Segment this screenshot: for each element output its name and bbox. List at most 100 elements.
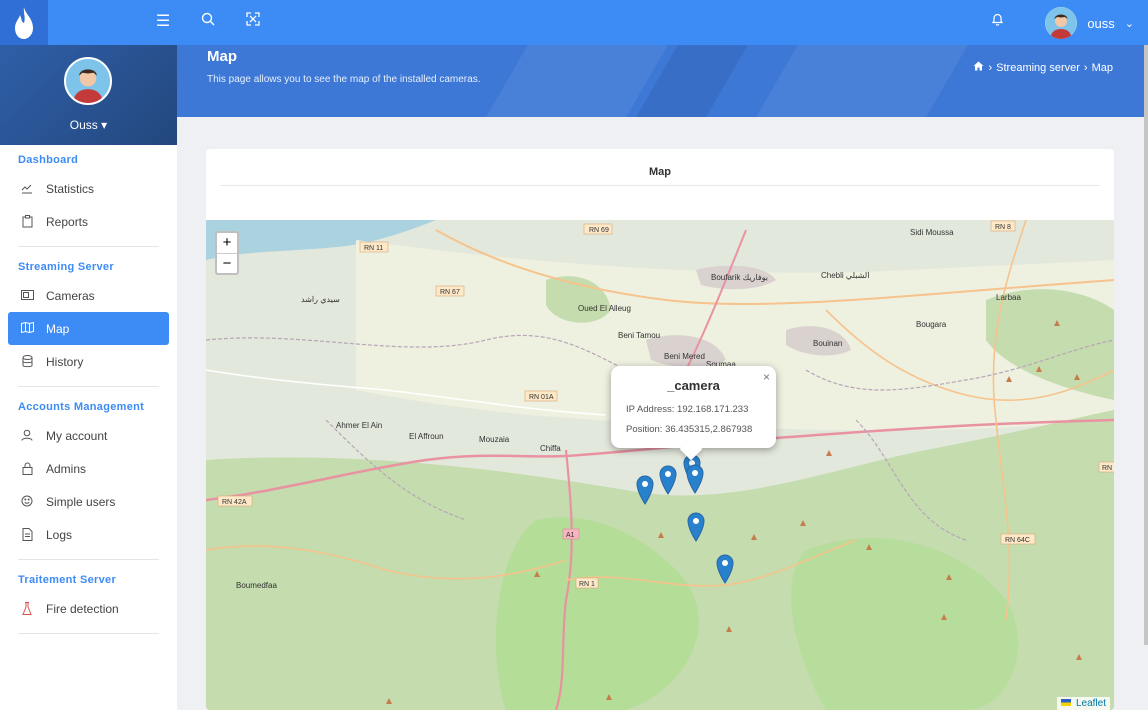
- camera-popup: × _camera IP Address: 192.168.171.233 Po…: [611, 366, 776, 448]
- divider: [18, 246, 159, 247]
- sidebar-item-label: Fire detection: [46, 601, 119, 616]
- road-label: RN 42A: [222, 499, 247, 506]
- section-traitement-server: Traitement Server: [18, 574, 117, 586]
- popup-ip-address: IP Address: 192.168.171.233: [626, 404, 749, 415]
- flag-icon: [1061, 699, 1072, 706]
- breadcrumb-streaming-server[interactable]: Streaming server: [996, 62, 1080, 74]
- sidebar-item-label: Statistics: [46, 181, 95, 196]
- road-label: RN 11: [364, 245, 383, 252]
- section-dashboard: Dashboard: [18, 154, 79, 166]
- zoom-in-button[interactable]: +: [217, 233, 237, 253]
- road-label: RN 1: [579, 581, 595, 588]
- avatar: [1045, 7, 1078, 39]
- section-accounts-management: Accounts Management: [18, 401, 145, 413]
- clipboard-icon: [20, 214, 34, 229]
- header-decoration: [756, 45, 968, 117]
- place-label: Beni Mered: [664, 352, 705, 361]
- road-label: RN 01A: [529, 394, 554, 401]
- card-title: Map: [649, 166, 671, 178]
- sidebar-item-simple-users[interactable]: Simple users: [0, 485, 177, 518]
- lock-icon: [20, 462, 34, 476]
- avatar: [64, 57, 112, 105]
- divider: [18, 559, 159, 560]
- place-label: سيدي راشد: [301, 295, 340, 304]
- camera-marker[interactable]: [686, 464, 704, 494]
- road-label: RN 8: [995, 224, 1011, 231]
- user-menu[interactable]: ouss ⌄: [1045, 6, 1134, 40]
- camera-marker[interactable]: [636, 475, 654, 505]
- sidebar: Ouss ▾ Dashboard Statistics Reports Stre…: [0, 45, 177, 710]
- top-navbar: ☰ ouss ⌄: [0, 0, 1148, 45]
- divider: [18, 386, 159, 387]
- sidebar-item-label: Simple users: [46, 494, 116, 509]
- camera-marker[interactable]: [716, 554, 734, 584]
- flame-logo-icon[interactable]: [0, 0, 48, 45]
- sidebar-user-dropdown[interactable]: Ouss ▾: [0, 118, 177, 132]
- page-scrollbar[interactable]: [1144, 45, 1148, 645]
- sidebar-item-my-account[interactable]: My account: [0, 419, 177, 452]
- place-label: Mouzaia: [479, 435, 510, 444]
- road-label: RN: [1102, 465, 1112, 472]
- file-icon: [20, 527, 34, 542]
- sidebar-item-history[interactable]: History: [0, 345, 177, 378]
- place-label: Chebli الشبلي: [821, 271, 869, 280]
- home-icon[interactable]: [973, 61, 984, 74]
- place-label: El Affroun: [409, 432, 444, 441]
- breadcrumb-separator: ›: [988, 61, 993, 74]
- username-label: ouss: [1087, 15, 1115, 31]
- bell-icon[interactable]: [986, 11, 1008, 33]
- camera-marker[interactable]: [687, 512, 705, 542]
- map-icon: [20, 321, 34, 336]
- search-icon[interactable]: [197, 11, 219, 33]
- sidebar-item-statistics[interactable]: Statistics: [0, 172, 177, 205]
- divider: [220, 185, 1100, 186]
- road-label: RN 67: [440, 289, 460, 296]
- zoom-control: + −: [215, 231, 239, 275]
- breadcrumb: › Streaming server › Map: [973, 61, 1113, 74]
- page-subtitle: This page allows you to see the map of t…: [207, 74, 481, 85]
- road-label: A1: [566, 532, 575, 539]
- sidebar-username: Ouss: [69, 118, 98, 132]
- sidebar-item-fire-detection[interactable]: Fire detection: [0, 592, 177, 625]
- leaflet-attribution[interactable]: Leaflet: [1057, 697, 1110, 710]
- sidebar-item-label: Logs: [46, 527, 73, 542]
- user-icon: [20, 429, 34, 443]
- zoom-out-button[interactable]: −: [217, 253, 237, 273]
- sidebar-item-cameras[interactable]: Cameras: [0, 279, 177, 312]
- place-label: Ahmer El Ain: [336, 421, 382, 430]
- database-icon: [20, 354, 34, 369]
- place-label: Beni Tamou: [618, 331, 660, 340]
- section-streaming-server: Streaming Server: [18, 261, 114, 273]
- page-header: Map This page allows you to see the map …: [177, 45, 1148, 117]
- attribution-link[interactable]: Leaflet: [1076, 698, 1106, 709]
- sidebar-item-map[interactable]: Map: [8, 312, 169, 345]
- sidebar-item-label: My account: [46, 428, 108, 443]
- flask-icon: [20, 601, 34, 616]
- place-label: Bougara: [916, 320, 947, 329]
- page-title: Map: [207, 48, 237, 65]
- place-label: Chiffa: [540, 444, 561, 453]
- caret-down-icon: ▾: [101, 118, 108, 132]
- chart-line-icon: [20, 182, 34, 196]
- sidebar-item-admins[interactable]: Admins: [0, 452, 177, 485]
- leaflet-map[interactable]: Sidi Moussa Boufarik بوفاريك Chebli الشب…: [206, 220, 1114, 710]
- divider: [18, 633, 159, 634]
- map-card: Map Sidi Moussa Boufarik بوفاريك Chebli …: [206, 149, 1114, 710]
- breadcrumb-map: Map: [1091, 61, 1113, 74]
- menu-icon[interactable]: ☰: [152, 11, 174, 33]
- sidebar-item-label: Cameras: [46, 288, 95, 303]
- popup-title: _camera: [667, 378, 720, 393]
- place-label: Bouinan: [813, 339, 842, 348]
- place-label: Oued El Alleug: [578, 304, 631, 313]
- place-label: Sidi Moussa: [910, 228, 954, 237]
- sidebar-item-label: Admins: [46, 461, 87, 476]
- fullscreen-icon[interactable]: [242, 11, 264, 33]
- sidebar-item-logs[interactable]: Logs: [0, 518, 177, 551]
- place-label: Boufarik بوفاريك: [711, 273, 768, 282]
- road-label: RN 69: [589, 227, 609, 234]
- chevron-down-icon[interactable]: ⌄: [1125, 17, 1134, 30]
- place-label: Boumedfaa: [236, 581, 277, 590]
- camera-marker[interactable]: [659, 465, 677, 495]
- place-label: Larbaa: [996, 293, 1021, 302]
- sidebar-item-reports[interactable]: Reports: [0, 205, 177, 238]
